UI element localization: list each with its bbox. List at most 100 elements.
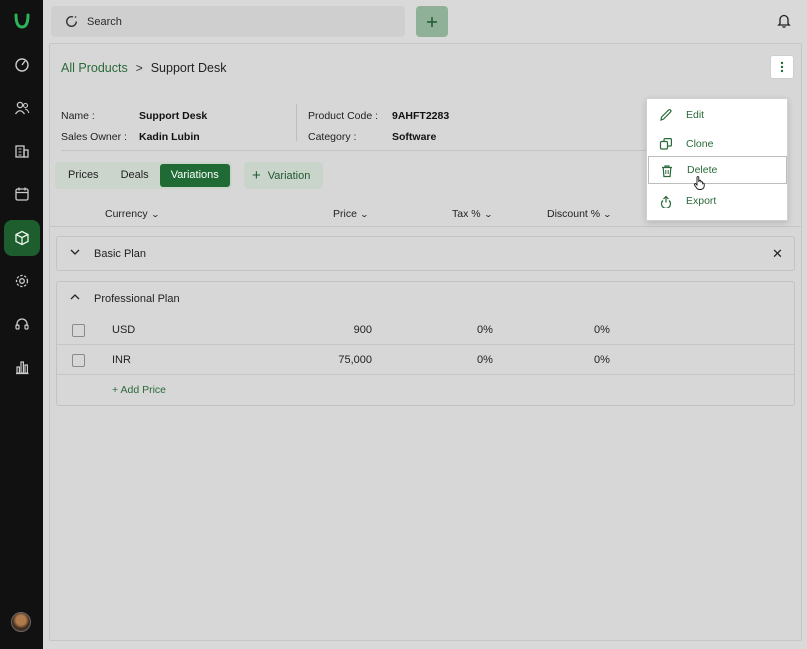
menu-item-export[interactable]: Export (648, 187, 787, 215)
plan-card-professional: Professional Plan USD 900 0% 0% INR 75,0… (56, 281, 795, 406)
discount-cell: 0% (594, 354, 610, 366)
plan-name: Professional Plan (94, 292, 180, 305)
currency-header-label: Currency (105, 208, 148, 220)
price-header-label: Price (333, 208, 357, 220)
sidebar-item-companies[interactable] (4, 133, 40, 169)
chevron-up-icon[interactable] (70, 292, 80, 302)
sidebar (0, 0, 43, 649)
calendar-icon (15, 187, 29, 201)
tab-variations[interactable]: Variations (159, 164, 230, 187)
breadcrumb: All Products > Support Desk (61, 61, 226, 75)
headset-icon (15, 318, 29, 330)
category-label: Category : (308, 130, 357, 143)
menu-item-clone[interactable]: Clone (648, 130, 787, 158)
column-header-currency[interactable]: Currency ⌄ (105, 208, 160, 220)
add-variation-button[interactable]: + Variation (244, 162, 323, 189)
plan-header[interactable]: Professional Plan (57, 282, 794, 315)
bar-chart-icon (16, 361, 29, 375)
user-avatar[interactable] (11, 612, 31, 632)
product-info-right: Product Code : 9AHFT2283 Category : Softwa… (308, 105, 449, 147)
gear-icon (15, 274, 29, 288)
column-header-tax[interactable]: Tax % ⌄ (452, 208, 493, 220)
quick-add-button[interactable] (416, 6, 448, 37)
plan-card-basic: Basic Plan ✕ (56, 236, 795, 271)
trash-icon (662, 165, 672, 178)
plan-header[interactable]: Basic Plan ✕ (57, 237, 794, 270)
sidebar-item-contacts[interactable] (4, 90, 40, 126)
add-variation-label: Variation (267, 169, 311, 182)
sidebar-item-calendar[interactable] (4, 176, 40, 212)
chevron-down-icon: ⌄ (150, 209, 160, 219)
hand-cursor-icon (693, 176, 705, 190)
info-divider (296, 104, 297, 141)
menu-item-label: Edit (686, 109, 705, 121)
table-row: INR 75,000 0% 0% (57, 345, 794, 375)
clone-icon (659, 138, 672, 150)
kebab-icon (780, 61, 784, 73)
discount-header-label: Discount % (547, 208, 601, 220)
app-logo[interactable] (10, 9, 34, 33)
product-code-value: 9AHFT2283 (392, 109, 450, 122)
product-info-left: Name : Support Desk Sales Owner : Kadin Lu… (61, 105, 207, 147)
row-checkbox[interactable] (72, 354, 85, 367)
tab-deals[interactable]: Deals (110, 164, 160, 187)
breadcrumb-all-products[interactable]: All Products (61, 61, 128, 75)
sidebar-item-settings[interactable] (4, 263, 40, 299)
more-actions-button[interactable] (770, 55, 794, 79)
add-price-link[interactable]: + Add Price (112, 384, 166, 396)
plan-name: Basic Plan (94, 247, 146, 260)
breadcrumb-current: Support Desk (150, 61, 227, 75)
box-icon (15, 230, 29, 246)
menu-item-edit[interactable]: Edit (648, 101, 787, 129)
header-divider (50, 226, 801, 227)
currency-cell: INR (112, 354, 131, 366)
sidebar-item-reports[interactable] (4, 349, 40, 385)
top-bar: Search (43, 0, 807, 43)
menu-item-label: Export (686, 195, 717, 207)
price-cell: 75,000 (338, 354, 372, 366)
menu-item-label: Delete (687, 164, 718, 176)
gauge-icon (15, 58, 29, 72)
plus-icon (427, 16, 437, 27)
tax-header-label: Tax % (452, 208, 481, 220)
chevron-down-icon: ⌄ (483, 209, 493, 219)
search-icon (65, 15, 78, 28)
notifications-button[interactable] (777, 13, 791, 33)
name-value: Support Desk (139, 109, 208, 122)
breadcrumb-separator: > (135, 61, 143, 75)
chevron-down-icon: ⌄ (602, 209, 613, 219)
product-code-label: Product Code : (308, 109, 379, 122)
add-price-row: + Add Price (57, 375, 794, 405)
tab-bar: Prices Deals Variations (55, 162, 232, 189)
actions-menu: Edit Clone Delete Export (646, 98, 788, 221)
price-cell: 900 (353, 324, 372, 336)
chevron-down-icon: ⌄ (359, 209, 369, 219)
sidebar-item-dashboard[interactable] (4, 47, 40, 83)
category-value: Software (392, 130, 437, 143)
discount-cell: 0% (594, 324, 610, 336)
table-row: USD 900 0% 0% (57, 315, 794, 345)
tax-cell: 0% (477, 354, 493, 366)
currency-cell: USD (112, 324, 136, 336)
tax-cell: 0% (477, 324, 493, 336)
tab-prices[interactable]: Prices (57, 164, 110, 187)
sidebar-item-support[interactable] (4, 306, 40, 342)
column-header-price[interactable]: Price ⌄ (333, 208, 369, 220)
sidebar-item-products[interactable] (4, 220, 40, 256)
sales-owner-label: Sales Owner : (61, 130, 127, 143)
sales-owner-value: Kadin Lubin (139, 130, 200, 143)
users-icon (14, 101, 30, 115)
building-icon (15, 145, 29, 158)
column-header-discount[interactable]: Discount % ⌄ (547, 208, 613, 220)
plus-icon: + (252, 167, 261, 184)
menu-item-delete[interactable]: Delete (648, 156, 787, 184)
chevron-down-icon[interactable] (70, 247, 80, 257)
export-icon (660, 195, 672, 208)
close-icon[interactable]: ✕ (772, 246, 783, 262)
search-input[interactable]: Search (51, 6, 405, 37)
bell-icon (777, 14, 791, 28)
menu-item-label: Clone (686, 138, 714, 150)
pencil-icon (660, 109, 672, 121)
row-checkbox[interactable] (72, 324, 85, 337)
name-label: Name : (61, 109, 95, 122)
